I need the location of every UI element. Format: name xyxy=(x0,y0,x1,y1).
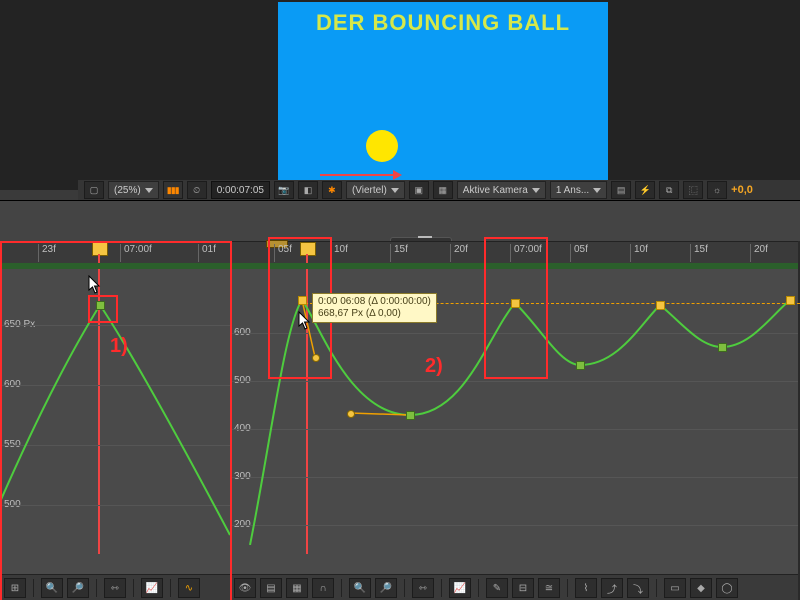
pixel-aspect-icon[interactable]: ▤ xyxy=(611,181,631,199)
value-tooltip: 0:00 06:08 (Δ 0:00:00:00) 668,67 Px (Δ 0… xyxy=(312,293,437,323)
convert-expression-icon[interactable]: ≅ xyxy=(538,578,560,598)
edit-selected-icon[interactable]: ✎ xyxy=(486,578,508,598)
ruler-tick: 10f xyxy=(330,244,348,262)
keyframe[interactable] xyxy=(718,343,727,352)
fast-preview-icon[interactable]: ⚡ xyxy=(635,181,655,199)
separate-dim-icon[interactable]: ⊟ xyxy=(512,578,534,598)
camera-label: Aktive Kamera xyxy=(463,185,528,196)
graph-canvas-right[interactable]: 600 500 400 300 200 xyxy=(230,265,798,545)
timeline-button-icon[interactable]: ⧉ xyxy=(659,181,679,199)
ruler-tick: 10f xyxy=(630,244,648,262)
ease-in-icon[interactable]: ⤴ xyxy=(601,578,623,598)
tooltip-value: 668,67 Px (Δ 0,00) xyxy=(318,308,431,320)
snapshot-icon[interactable]: 📷 xyxy=(274,181,294,199)
ruler-tick: 05f xyxy=(570,244,588,262)
bezier-handle[interactable] xyxy=(347,410,355,418)
fit-all-icon[interactable]: ⇿ xyxy=(412,578,434,598)
auto-bezier-icon[interactable]: ◯ xyxy=(716,578,738,598)
rgb-squares-icon[interactable]: ▮▮▮ xyxy=(163,181,183,199)
hold-kf-icon[interactable]: ▭ xyxy=(664,578,686,598)
preview-panel: DER BOUNCING BALL ▢ (25%) ▮▮▮ ⏲ 0:00:07:… xyxy=(0,0,800,200)
composition-title-text: DER BOUNCING BALL xyxy=(278,10,608,36)
show-snapshot-icon[interactable]: ◧ xyxy=(298,181,318,199)
ruler-tick: 20f xyxy=(450,244,468,262)
color-channel-icon[interactable]: ✱ xyxy=(322,181,342,199)
preview-toolbar: ▢ (25%) ▮▮▮ ⏲ 0:00:07:05 📷 ◧ ✱ (Viertel)… xyxy=(78,180,800,200)
flowchart-icon[interactable]: ⿺ xyxy=(683,181,703,199)
graph-type-dropdown-icon[interactable]: 📈 xyxy=(449,578,471,598)
panel-divider[interactable] xyxy=(0,200,800,241)
roi-icon[interactable]: ▣ xyxy=(409,181,429,199)
current-time[interactable]: 0:00:07:05 xyxy=(211,181,270,199)
eye-icon[interactable]: 👁 xyxy=(234,578,256,598)
dimension-icon[interactable]: ▦ xyxy=(286,578,308,598)
resolution-dropdown[interactable]: (Viertel) xyxy=(346,181,405,199)
keyframe[interactable] xyxy=(786,296,795,305)
ruler-tick: 20f xyxy=(750,244,768,262)
composition-canvas[interactable]: DER BOUNCING BALL xyxy=(278,2,608,187)
keyframe[interactable] xyxy=(656,301,665,310)
transparency-grid-icon[interactable]: ▦ xyxy=(433,181,453,199)
tooltip-time: 0:00 06:08 (Δ 0:00:00:00) xyxy=(318,296,431,308)
linear-kf-icon[interactable]: ◆ xyxy=(690,578,712,598)
annotation-2: 2) xyxy=(425,355,443,378)
ruler-tick: 15f xyxy=(390,244,408,262)
ease-out-icon[interactable]: ⤵ xyxy=(627,578,649,598)
resolution-label: (Viertel) xyxy=(352,185,387,196)
graph-right-segment: 05f 10f 15f 20f 07:00f 05f 10f 15f 20f 6… xyxy=(230,241,800,600)
ruler-tick: 15f xyxy=(690,244,708,262)
right-bottom-bar: 👁 ▤ ▦ ∩ 🔍 🔎 ⇿ 📈 ✎ ⊟ ≅ ⌇ ⤴ ⤵ ▭ ◆ ◯ xyxy=(230,574,798,600)
zoom-in-icon[interactable]: 🔍 xyxy=(349,578,371,598)
timecode-toggle-icon[interactable]: ⏲ xyxy=(187,181,207,199)
reset-exposure-icon[interactable]: ☼ xyxy=(707,181,727,199)
camera-dropdown[interactable]: Aktive Kamera xyxy=(457,181,546,199)
zoom-dropdown[interactable]: (25%) xyxy=(108,181,159,199)
keyframe[interactable] xyxy=(406,411,415,420)
layout-icon[interactable]: ▢ xyxy=(84,181,104,199)
zoom-label: (25%) xyxy=(114,185,141,196)
annotation-box-2 xyxy=(484,237,548,379)
graph-options-icon[interactable]: ▤ xyxy=(260,578,282,598)
zoom-out-icon[interactable]: 🔎 xyxy=(375,578,397,598)
views-dropdown[interactable]: 1 Ans... xyxy=(550,181,607,199)
keyframe[interactable] xyxy=(576,361,585,370)
easy-ease-icon[interactable]: ⌇ xyxy=(575,578,597,598)
exposure-value[interactable]: +0,0 xyxy=(731,184,753,196)
preview-viewport-bg: DER BOUNCING BALL xyxy=(0,0,800,190)
views-label: 1 Ans... xyxy=(556,185,589,196)
annotation-frame-left xyxy=(0,241,232,600)
bouncing-ball xyxy=(366,130,398,162)
graph-editor: 23f 07:00f 01f 650 Px 600 550 500 1) xyxy=(0,241,800,600)
snap-icon[interactable]: ∩ xyxy=(312,578,334,598)
